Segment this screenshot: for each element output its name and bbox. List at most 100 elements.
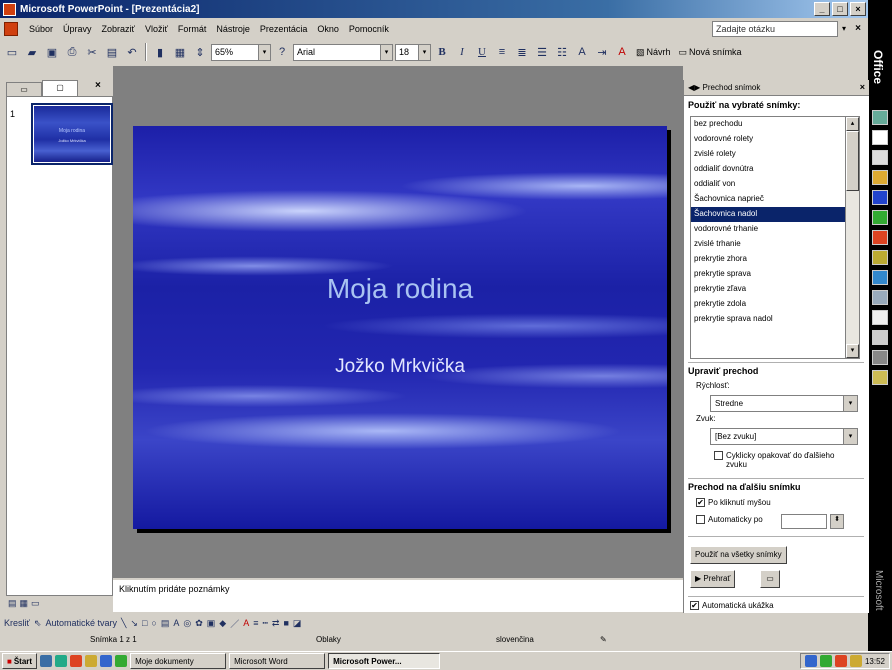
menu-help[interactable]: Pomocník bbox=[344, 24, 394, 34]
transition-item[interactable]: zvislé trhanie bbox=[691, 237, 859, 252]
shadow-icon[interactable]: ■ bbox=[283, 618, 288, 628]
checkbox-box[interactable] bbox=[696, 515, 705, 524]
tray-icon[interactable] bbox=[804, 655, 817, 667]
slide-title[interactable]: Moja rodina bbox=[133, 273, 667, 305]
shortcut-icon[interactable] bbox=[872, 350, 888, 365]
word-icon[interactable] bbox=[872, 190, 888, 205]
transition-item[interactable]: prekrytie sprava bbox=[691, 267, 859, 282]
autoshapes-menu[interactable]: Automatické tvary bbox=[45, 618, 117, 628]
underline-button[interactable]: U bbox=[473, 43, 491, 61]
undo-icon[interactable]: ↶ bbox=[123, 43, 141, 61]
font-size-select[interactable]: 18 ▾ bbox=[395, 43, 431, 61]
menu-view[interactable]: Zobraziť bbox=[97, 24, 140, 34]
transition-list-scrollbar[interactable]: ▴ ▾ bbox=[845, 117, 859, 358]
save-icon[interactable]: ▣ bbox=[43, 43, 61, 61]
slideshow-button[interactable]: ▭ bbox=[760, 570, 780, 588]
help-icon[interactable]: ? bbox=[273, 43, 291, 61]
transition-item[interactable]: prekrytie sprava nadol bbox=[691, 312, 859, 327]
outlook-icon[interactable] bbox=[872, 270, 888, 285]
powerpoint-icon[interactable] bbox=[872, 230, 888, 245]
quicklaunch-app-icon[interactable] bbox=[100, 655, 113, 667]
menu-insert[interactable]: Vložiť bbox=[140, 24, 173, 34]
bullets-icon[interactable]: ☷ bbox=[553, 43, 571, 61]
document-close-button[interactable]: × bbox=[852, 21, 864, 37]
tray-icon[interactable] bbox=[834, 655, 847, 667]
on-click-checkbox[interactable]: ✔ Po kliknutí myšou bbox=[696, 498, 771, 507]
italic-button[interactable]: I bbox=[453, 43, 471, 61]
zoom-select[interactable]: 65% ▾ bbox=[211, 43, 271, 61]
transition-list[interactable]: bez prechodu vodorovné rolety zvislé rol… bbox=[690, 116, 860, 359]
transition-item[interactable]: vodorovné trhanie bbox=[691, 222, 859, 237]
quicklaunch-app-icon[interactable] bbox=[70, 655, 83, 667]
indent-icon[interactable]: ⇥ bbox=[593, 43, 611, 61]
checkbox-box[interactable] bbox=[714, 451, 723, 460]
publisher-icon[interactable] bbox=[872, 290, 888, 305]
design-button[interactable]: ▧ Návrh bbox=[633, 47, 674, 58]
transition-item[interactable]: oddialiť dovnútra bbox=[691, 162, 859, 177]
menu-edit[interactable]: Úpravy bbox=[58, 24, 97, 34]
align-center-icon[interactable]: ≣ bbox=[513, 43, 531, 61]
draw-menu[interactable]: Kresliť bbox=[4, 618, 30, 628]
sorter-view-icon[interactable]: ▦ bbox=[20, 598, 29, 612]
menu-format[interactable]: Formát bbox=[173, 24, 212, 34]
menu-window[interactable]: Okno bbox=[312, 24, 344, 34]
auto-advance-checkbox[interactable]: Automaticky po bbox=[696, 515, 763, 524]
tray-icon[interactable] bbox=[849, 655, 862, 667]
clock[interactable]: 13:52 bbox=[865, 657, 885, 666]
menu-tools[interactable]: Nástroje bbox=[211, 24, 255, 34]
font-select[interactable]: Arial ▾ bbox=[293, 43, 393, 61]
document-icon[interactable] bbox=[4, 22, 18, 36]
access-icon[interactable] bbox=[872, 250, 888, 265]
checkbox-box[interactable]: ✔ bbox=[696, 498, 705, 507]
wordart-icon[interactable]: A bbox=[173, 618, 179, 628]
ask-question-input[interactable]: Zadajte otázku bbox=[712, 21, 838, 37]
calendar-icon[interactable] bbox=[872, 150, 888, 165]
scroll-down-icon[interactable]: ▾ bbox=[846, 344, 859, 358]
new-slide-button[interactable]: ▭ Nová snímka bbox=[676, 47, 745, 58]
clipart-icon[interactable]: ✿ bbox=[195, 618, 203, 629]
contacts-icon[interactable] bbox=[872, 170, 888, 185]
sound-select[interactable]: [Bez zvuku] ▾ bbox=[710, 428, 858, 445]
browser-icon[interactable] bbox=[55, 655, 68, 667]
play-button[interactable]: ▶ Prehrať bbox=[690, 570, 736, 588]
transition-item[interactable]: bez prechodu bbox=[691, 117, 859, 132]
transition-item[interactable]: prekrytie zdola bbox=[691, 297, 859, 312]
folder-icon[interactable] bbox=[872, 370, 888, 385]
scroll-thumb[interactable] bbox=[846, 131, 859, 191]
transition-item[interactable]: Šachovnica naprieč bbox=[691, 192, 859, 207]
quicklaunch-app-icon[interactable] bbox=[115, 655, 128, 667]
slide-thumbnail[interactable]: Moja rodina Jožko Mrkvička bbox=[31, 103, 113, 165]
picture-icon[interactable]: ▣ bbox=[207, 618, 216, 629]
transition-item-selected[interactable]: Šachovnica nadol bbox=[691, 207, 859, 222]
task-documents[interactable]: Moje dokumenty bbox=[130, 653, 227, 669]
task-powerpoint[interactable]: Microsoft Power... bbox=[328, 653, 441, 669]
quicklaunch-app-icon[interactable] bbox=[85, 655, 98, 667]
new-file-icon[interactable]: ▭ bbox=[3, 43, 21, 61]
arrow-icon[interactable]: ↘ bbox=[130, 618, 138, 629]
document-icon[interactable] bbox=[872, 130, 888, 145]
tab-outline[interactable]: ▭ bbox=[6, 82, 42, 96]
maximize-button[interactable]: □ bbox=[832, 2, 848, 16]
auto-advance-time-input[interactable] bbox=[781, 514, 827, 529]
speed-select[interactable]: Stredne ▾ bbox=[710, 395, 858, 412]
fill-color-icon[interactable]: ◆ bbox=[219, 618, 226, 629]
excel-icon[interactable] bbox=[872, 210, 888, 225]
transition-item[interactable]: vodorovné rolety bbox=[691, 132, 859, 147]
transition-item[interactable]: prekrytie zľava bbox=[691, 282, 859, 297]
rectangle-icon[interactable]: □ bbox=[142, 618, 147, 628]
autopreview-checkbox[interactable]: ✔ Automatická ukážka bbox=[690, 601, 774, 610]
numbering-icon[interactable]: ☰ bbox=[533, 43, 551, 61]
print-icon[interactable]: ⎙ bbox=[63, 43, 81, 61]
pane-close-button[interactable]: × bbox=[95, 80, 101, 91]
task-word[interactable]: Microsoft Word bbox=[229, 653, 326, 669]
font-color-icon[interactable]: A bbox=[243, 618, 249, 628]
notes-pane[interactable]: Kliknutím pridáte poznámky bbox=[113, 578, 683, 612]
chart-icon[interactable]: ▮ bbox=[151, 43, 169, 61]
normal-view-icon[interactable]: ▤ bbox=[8, 598, 17, 612]
transition-item[interactable]: zvislé rolety bbox=[691, 147, 859, 162]
textbox-icon[interactable]: ▤ bbox=[161, 618, 170, 629]
menu-slideshow[interactable]: Prezentácia bbox=[255, 24, 313, 34]
time-spinner[interactable]: ⬍ bbox=[830, 514, 844, 529]
transition-item[interactable]: oddialiť von bbox=[691, 177, 859, 192]
diagram-icon[interactable]: ◎ bbox=[183, 618, 191, 629]
